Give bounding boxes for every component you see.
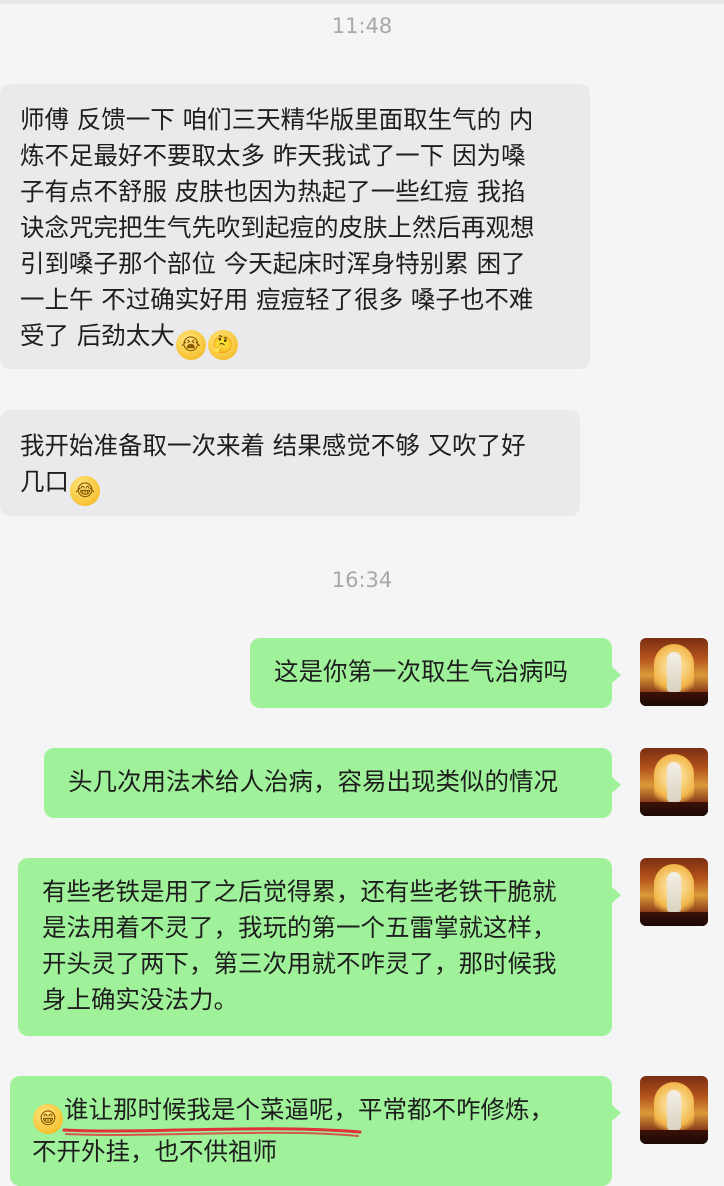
- message-text: 受了 后劲太大: [20, 321, 175, 350]
- highlighted-text: 谁让那时候我是个菜逼呢: [64, 1095, 334, 1124]
- timestamp: 11:48: [331, 14, 393, 38]
- message-line: 师傅 反馈一下 咱们三天精华版里面取生气的 内: [20, 105, 534, 134]
- crying-laughing-icon: 😂: [70, 476, 100, 506]
- message-line: 开头灵了两下，第三次用就不咋灵了，那时候我: [42, 949, 557, 978]
- avatar[interactable]: [640, 638, 708, 706]
- message-line: 炼不足最好不要取太多 昨天我试了一下 因为嗓: [20, 141, 526, 170]
- crying-face-icon: 😭: [175, 330, 206, 360]
- message-text: 头几次用法术给人治病，容易出现类似的情况: [68, 767, 558, 796]
- avatar[interactable]: [640, 748, 708, 816]
- message-line: 子有点不舒服 皮肤也因为热起了一些红痘 我掐: [20, 177, 526, 206]
- thinking-face-icon: 🤔: [207, 330, 238, 360]
- top-divider: [0, 0, 724, 4]
- message-line: 我开始准备取一次来着 结果感觉不够 又吹了好: [20, 431, 526, 460]
- outgoing-message[interactable]: 头几次用法术给人治病，容易出现类似的情况: [44, 748, 621, 818]
- outgoing-message[interactable]: 这是你第一次取生气治病吗: [250, 638, 621, 708]
- message-line: 😁 谁让那时候我是个菜逼呢，平常都不咋修炼，: [32, 1092, 588, 1134]
- message-line: 有些老铁是用了之后觉得累，还有些老铁干脆就: [42, 877, 557, 906]
- message-line: 身上确实没法力。: [42, 985, 238, 1014]
- message-line: 是法用着不灵了，我玩的第一个五雷掌就这样，: [42, 913, 557, 942]
- message-text: 几口: [20, 467, 69, 496]
- message-line: 一上午 不过确实好用 痘痘轻了很多 嗓子也不难: [20, 285, 534, 314]
- avatar[interactable]: [640, 1076, 708, 1144]
- message-line: 诀念咒完把生气先吹到起痘的皮肤上然后再观想: [20, 213, 535, 242]
- message-text: 这是你第一次取生气治病吗: [274, 657, 568, 686]
- outgoing-message[interactable]: 😁 谁让那时候我是个菜逼呢，平常都不咋修炼， 不开外挂，也不供祖师: [10, 1076, 621, 1186]
- incoming-message[interactable]: 我开始准备取一次来着 结果感觉不够 又吹了好 几口 😂: [0, 410, 580, 516]
- message-line: 受了 后劲太大 😭 🤔: [20, 318, 570, 360]
- message-text: ，平常都不咋修炼，: [333, 1095, 555, 1124]
- grinning-face-icon: 😁: [33, 1104, 63, 1134]
- avatar[interactable]: [640, 858, 708, 926]
- timestamp: 16:34: [331, 568, 393, 592]
- message-line: 引到嗓子那个部位 今天起床时浑身特别累 困了: [20, 249, 526, 278]
- outgoing-message[interactable]: 有些老铁是用了之后觉得累，还有些老铁干脆就 是法用着不灵了，我玩的第一个五雷掌就…: [18, 858, 621, 1036]
- message-line: 不开外挂，也不供祖师: [32, 1137, 277, 1166]
- message-line: 几口 😂: [20, 464, 560, 506]
- incoming-message[interactable]: 师傅 反馈一下 咱们三天精华版里面取生气的 内 炼不足最好不要取太多 昨天我试了…: [0, 84, 590, 369]
